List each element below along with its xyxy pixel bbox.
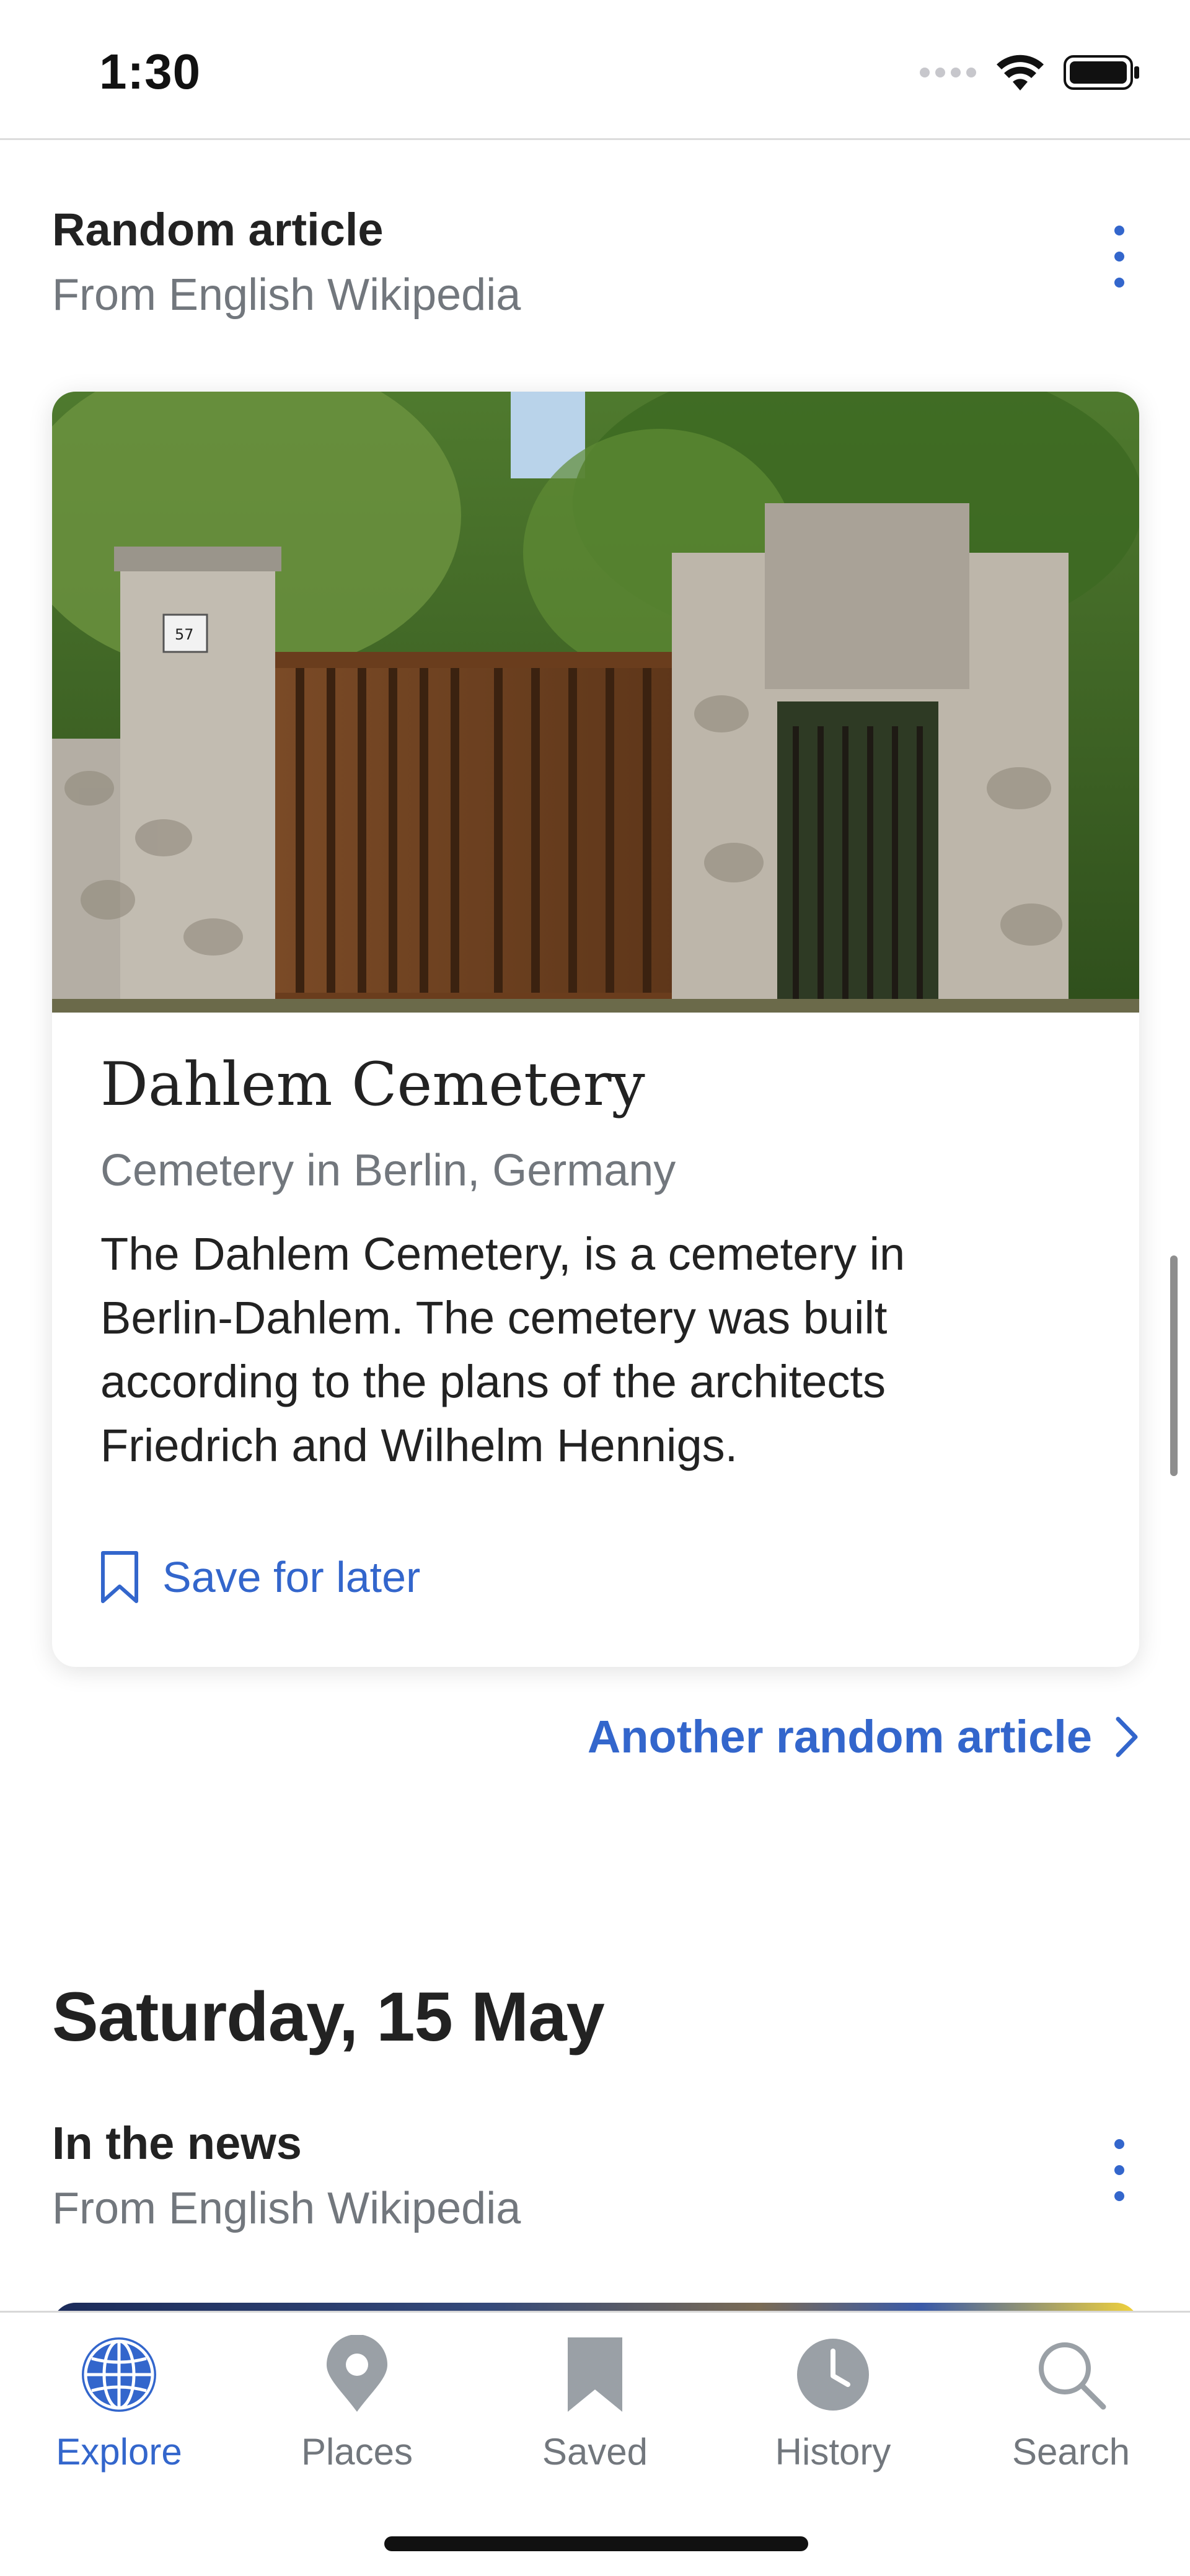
tab-history[interactable]: History: [714, 2331, 952, 2492]
extract-line: Friedrich and Wilhelm Hennigs.: [100, 1420, 738, 1471]
bookmark-outline-icon: [101, 1551, 138, 1603]
chevron-right-icon: [1116, 1717, 1138, 1757]
article-title[interactable]: Dahlem Cemetery: [100, 1050, 1092, 1119]
extract-line: The Dahlem Cemetery, is a cemetery in: [100, 1228, 906, 1280]
section-subtitle: From English Wikipedia: [52, 270, 521, 320]
more-dot-icon: [1114, 278, 1124, 288]
wifi-icon: [997, 55, 1044, 90]
section-title: Random article: [52, 204, 384, 255]
article-image[interactable]: 57: [52, 392, 1139, 1013]
tab-label: Search: [1011, 2431, 1130, 2473]
save-for-later-button[interactable]: Save for later: [100, 1550, 420, 1604]
tab-label: Places: [301, 2431, 413, 2473]
section-subtitle: From English Wikipedia: [52, 2184, 521, 2233]
tab-label: Saved: [542, 2431, 648, 2473]
extract-line: Berlin-Dahlem. The cemetery was built: [100, 1292, 888, 1343]
article-text: Dahlem Cemetery Cemetery in Berlin, Germ…: [100, 1050, 1092, 1477]
in-the-news-header: In the news From English Wikipedia: [52, 2117, 1138, 2234]
section-title: In the news: [52, 2117, 302, 2169]
more-dot-icon: [1114, 252, 1124, 262]
bookmark-icon: [552, 2331, 638, 2418]
random-article-card[interactable]: 57 Dahlem Cemetery Cemetery in Berlin, G…: [52, 392, 1139, 1667]
article-description: Cemetery in Berlin, Germany: [100, 1146, 676, 1195]
tab-bar: Explore Places Saved History Search: [0, 2311, 1190, 2576]
search-icon: [1028, 2331, 1114, 2418]
tab-saved[interactable]: Saved: [476, 2331, 714, 2492]
another-random-article-link[interactable]: Another random article: [588, 1710, 1139, 1763]
tab-label: History: [775, 2431, 891, 2473]
tab-explore[interactable]: Explore: [0, 2331, 238, 2492]
extract-line: according to the plans of the architects: [100, 1356, 886, 1407]
article-extract: The Dahlem Cemetery, is a cemetery in Be…: [100, 1222, 1092, 1477]
tab-places[interactable]: Places: [238, 2331, 476, 2492]
tab-label: Explore: [56, 2431, 182, 2473]
another-random-label: Another random article: [587, 1711, 1092, 1762]
more-dot-icon: [1114, 2165, 1124, 2175]
battery-icon: [1064, 55, 1139, 90]
scroll-indicator[interactable]: [1170, 1255, 1178, 1476]
status-bar: 1:30: [0, 0, 1190, 140]
home-indicator[interactable]: [384, 2536, 808, 2551]
more-options-button[interactable]: [1101, 207, 1138, 312]
tab-search[interactable]: Search: [952, 2331, 1190, 2492]
random-article-header: Random article From English Wikipedia: [52, 203, 1138, 320]
gate-number-plate: 57: [175, 626, 194, 643]
more-options-button[interactable]: [1101, 2121, 1138, 2226]
clock-icon: [790, 2331, 876, 2418]
more-dot-icon: [1114, 2191, 1124, 2201]
more-dot-icon: [1114, 2139, 1124, 2149]
date-heading: Saturday, 15 May: [52, 1978, 605, 2055]
save-for-later-label: Save for later: [162, 1553, 421, 1601]
status-time: 1:30: [99, 44, 201, 99]
map-pin-icon: [314, 2331, 400, 2418]
cellular-signal-icon: [920, 68, 976, 77]
globe-icon: [76, 2331, 162, 2418]
status-icons: [920, 53, 1140, 92]
more-dot-icon: [1114, 226, 1124, 235]
